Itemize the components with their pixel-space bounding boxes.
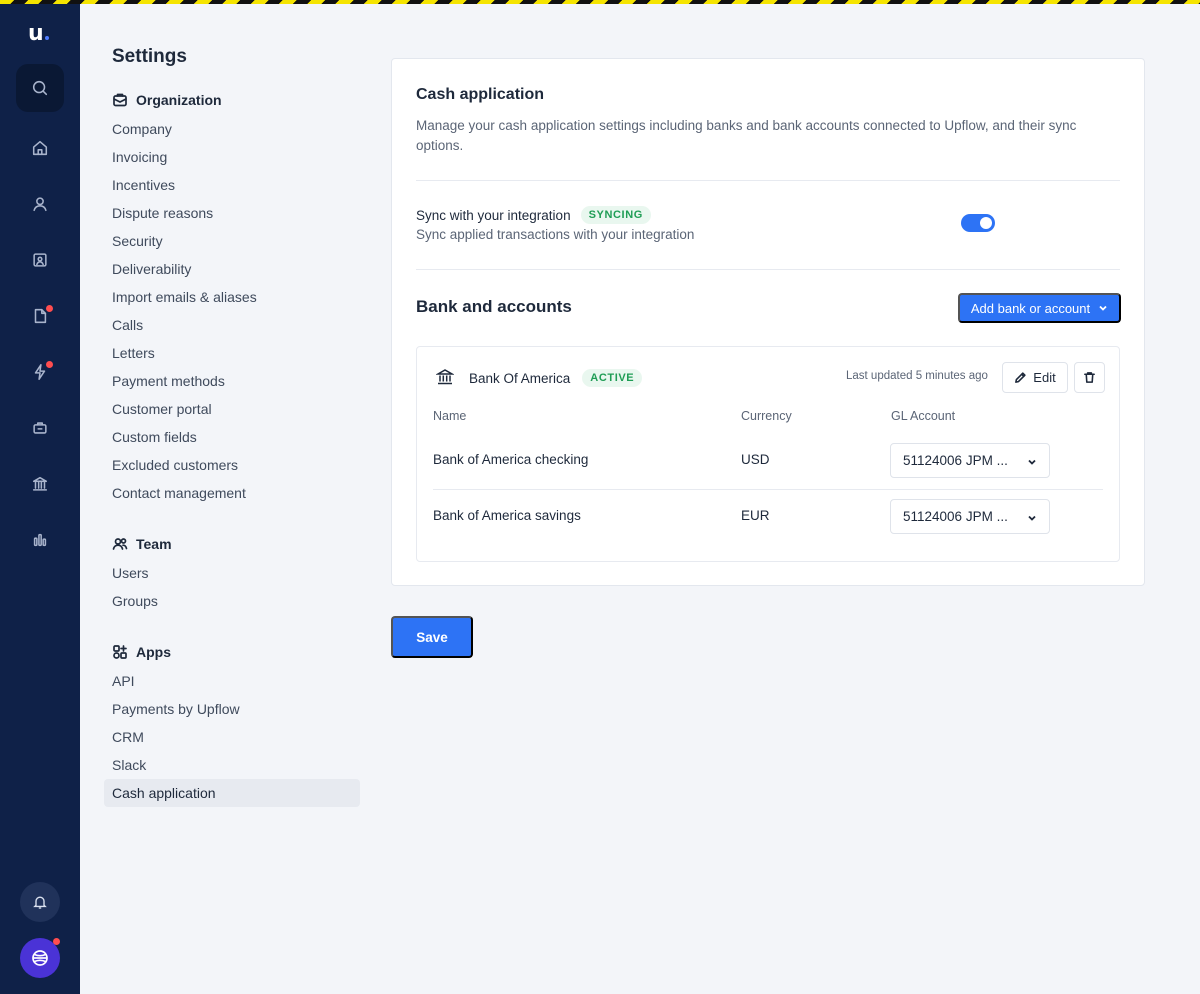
- notification-dot: [46, 305, 53, 312]
- nav-item-import-emails[interactable]: Import emails & aliases: [112, 288, 257, 306]
- payments-button[interactable]: [20, 408, 60, 448]
- last-updated-text: Last updated 5 minutes ago: [846, 370, 988, 382]
- team-icon: [112, 538, 128, 550]
- notifications-button[interactable]: [20, 882, 60, 922]
- table-row: Bank of America savings EUR 51124006 JPM…: [433, 489, 1103, 545]
- nav-item-incentives[interactable]: Incentives: [112, 176, 175, 194]
- bank-accounts-heading: Bank and accounts: [416, 297, 572, 316]
- bank-name-text: Bank Of America: [469, 370, 571, 386]
- nav-item-deliverability[interactable]: Deliverability: [112, 260, 191, 278]
- card-title: Cash application: [416, 86, 545, 103]
- settings-title: Settings: [112, 46, 187, 67]
- chevron-down-icon: [1028, 459, 1036, 465]
- column-header-name: Name: [433, 409, 467, 423]
- nav-item-slack[interactable]: Slack: [112, 756, 146, 774]
- briefcase-icon: [33, 422, 47, 434]
- sync-setting-subtitle: Sync applied transactions with your inte…: [416, 227, 695, 242]
- nav-item-calls[interactable]: Calls: [112, 316, 143, 334]
- bank-name: Bank Of America ACTIVE: [469, 369, 643, 387]
- pencil-icon: [1015, 372, 1026, 383]
- bell-icon: [33, 896, 47, 909]
- gl-account-select[interactable]: 51124006 JPM ...: [890, 443, 1050, 478]
- nav-item-payment-methods[interactable]: Payment methods: [112, 372, 225, 390]
- nav-item-customer-portal[interactable]: Customer portal: [112, 400, 212, 418]
- edit-bank-button[interactable]: Edit: [1002, 362, 1068, 393]
- banks-button[interactable]: [20, 464, 60, 504]
- workflows-button[interactable]: [20, 352, 60, 392]
- warning-stripe: [0, 0, 1200, 4]
- account-name: Bank of America savings: [433, 508, 581, 523]
- search-button[interactable]: [16, 64, 64, 112]
- toggle-knob: [980, 217, 992, 229]
- upflow-logo[interactable]: u: [28, 22, 49, 46]
- contact-card-icon: [33, 253, 47, 267]
- invoices-button[interactable]: [20, 296, 60, 336]
- edit-label: Edit: [1033, 370, 1056, 385]
- chevron-down-icon: [1099, 305, 1107, 311]
- apps-icon: [113, 645, 127, 659]
- account-currency: EUR: [741, 508, 770, 523]
- home-button[interactable]: [20, 128, 60, 168]
- bank-icon: [32, 476, 48, 491]
- bar-chart-icon: [33, 533, 47, 547]
- nav-item-custom-fields[interactable]: Custom fields: [112, 428, 197, 446]
- home-icon: [32, 140, 48, 156]
- account-name: Bank of America checking: [433, 452, 589, 467]
- divider: [416, 180, 1120, 181]
- nav-item-excluded-customers[interactable]: Excluded customers: [112, 456, 238, 474]
- account-currency: USD: [741, 452, 770, 467]
- column-header-currency: Currency: [741, 409, 792, 423]
- section-apps: Apps: [112, 644, 171, 660]
- add-bank-or-account-button[interactable]: Add bank or account: [958, 293, 1121, 323]
- nav-item-dispute-reasons[interactable]: Dispute reasons: [112, 204, 213, 222]
- app-rail: u: [0, 0, 80, 994]
- bank-panel: Bank Of America ACTIVE Last updated 5 mi…: [416, 346, 1120, 562]
- bank-icon: [435, 368, 455, 386]
- add-button-label: Add bank or account: [970, 300, 1091, 316]
- trash-icon: [1084, 372, 1095, 383]
- divider: [416, 269, 1120, 270]
- notification-dot: [46, 361, 53, 368]
- cash-application-card: Cash application Manage your cash applic…: [391, 58, 1145, 586]
- contacts-button[interactable]: [20, 240, 60, 280]
- nav-item-cash-application[interactable]: Cash application: [104, 779, 360, 807]
- search-icon: [32, 80, 48, 96]
- sync-setting-title: Sync with your integration SYNCING: [416, 206, 651, 224]
- section-label: Organization: [136, 92, 222, 108]
- sync-toggle[interactable]: [961, 214, 995, 232]
- gl-account-value: 51124006 JPM ...: [903, 453, 1008, 468]
- delete-bank-button[interactable]: [1074, 362, 1105, 393]
- user-icon: [33, 197, 47, 212]
- save-button[interactable]: Save: [391, 616, 473, 658]
- nav-item-users[interactable]: Users: [112, 564, 149, 582]
- nav-item-api[interactable]: API: [112, 672, 135, 690]
- column-header-gl-account: GL Account: [891, 409, 956, 423]
- section-organization: Organization: [112, 92, 222, 108]
- gl-account-select[interactable]: 51124006 JPM ...: [890, 499, 1050, 534]
- reports-button[interactable]: [20, 520, 60, 560]
- section-label: Apps: [136, 644, 171, 660]
- organization-icon: [113, 93, 127, 107]
- syncing-badge: SYNCING: [580, 206, 651, 224]
- nav-item-crm[interactable]: CRM: [112, 728, 144, 746]
- nav-item-company[interactable]: Company: [112, 120, 172, 138]
- nav-item-security[interactable]: Security: [112, 232, 163, 250]
- globe-icon: [32, 950, 48, 966]
- section-label: Team: [136, 536, 172, 552]
- nav-item-payments-by-upflow[interactable]: Payments by Upflow: [112, 700, 240, 718]
- nav-item-invoicing[interactable]: Invoicing: [112, 148, 167, 166]
- nav-item-letters[interactable]: Letters: [112, 344, 155, 362]
- active-badge: ACTIVE: [582, 369, 643, 387]
- gl-account-value: 51124006 JPM ...: [903, 509, 1008, 524]
- section-team: Team: [112, 536, 172, 552]
- sync-title-text: Sync with your integration: [416, 207, 571, 223]
- avatar-notification-dot: [53, 938, 60, 945]
- customers-button[interactable]: [20, 184, 60, 224]
- nav-item-contact-management[interactable]: Contact management: [112, 484, 246, 502]
- table-row: Bank of America checking USD 51124006 JP…: [433, 433, 1103, 489]
- card-description: Manage your cash application settings in…: [416, 118, 1077, 153]
- nav-item-groups[interactable]: Groups: [112, 592, 158, 610]
- chevron-down-icon: [1028, 515, 1036, 521]
